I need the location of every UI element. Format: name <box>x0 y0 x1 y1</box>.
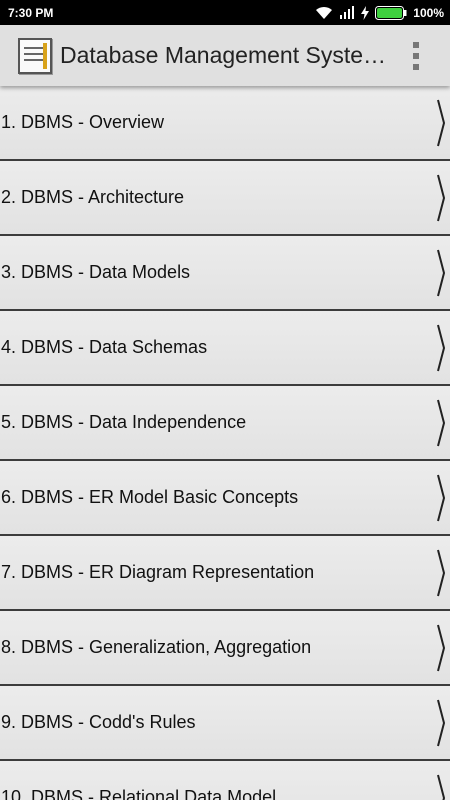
status-icons: 100% <box>315 5 444 20</box>
list-item[interactable]: 5. DBMS - Data Independence <box>0 386 450 461</box>
list-item-label: 3. DBMS - Data Models <box>1 262 191 282</box>
wifi-icon <box>316 6 333 19</box>
overflow-menu-icon[interactable] <box>412 42 420 70</box>
chevron-right-icon <box>437 774 446 800</box>
list-item[interactable]: 2. DBMS - Architecture <box>0 161 450 236</box>
topic-list[interactable]: 1. DBMS - Overview 2. DBMS - Architectur… <box>0 86 450 800</box>
app-bar: Database Management Syste… <box>0 25 450 86</box>
charging-icon <box>361 5 370 20</box>
list-item-label: 5. DBMS - Data Independence <box>1 412 247 432</box>
battery-percent: 100% <box>413 5 444 20</box>
book-icon[interactable] <box>18 37 52 74</box>
list-item[interactable]: 7. DBMS - ER Diagram Representation <box>0 536 450 611</box>
list-item-label: 7. DBMS - ER Diagram Representation <box>1 562 315 582</box>
list-item[interactable]: 9. DBMS - Codd's Rules <box>0 686 450 761</box>
list-item-label: 8. DBMS - Generalization, Aggregation <box>1 637 312 657</box>
status-time: 7:30 PM <box>8 5 54 20</box>
list-item[interactable]: 4. DBMS - Data Schemas <box>0 311 450 386</box>
chevron-right-icon <box>437 474 446 522</box>
list-item-label: 9. DBMS - Codd's Rules <box>1 712 196 732</box>
status-bar: 7:30 PM 100% <box>0 0 450 25</box>
battery-icon <box>375 5 407 20</box>
chevron-right-icon <box>437 399 446 447</box>
list-item[interactable]: 3. DBMS - Data Models <box>0 236 450 311</box>
list-item[interactable]: 8. DBMS - Generalization, Aggregation <box>0 611 450 686</box>
chevron-right-icon <box>437 699 446 747</box>
chevron-right-icon <box>437 549 446 597</box>
list-item-label: 4. DBMS - Data Schemas <box>1 337 208 357</box>
chevron-right-icon <box>437 99 446 147</box>
list-item-label: 2. DBMS - Architecture <box>1 187 185 207</box>
list-item[interactable]: 10. DBMS - Relational Data Model <box>0 761 450 800</box>
list-item-label: 6. DBMS - ER Model Basic Concepts <box>1 487 299 507</box>
list-item-label: 1. DBMS - Overview <box>1 112 165 132</box>
list-item[interactable]: 6. DBMS - ER Model Basic Concepts <box>0 461 450 536</box>
chevron-right-icon <box>437 174 446 222</box>
app-title: Database Management Syste… <box>60 42 387 68</box>
chevron-right-icon <box>437 624 446 672</box>
signal-icon <box>340 6 355 19</box>
chevron-right-icon <box>437 324 446 372</box>
chevron-right-icon <box>437 249 446 297</box>
list-item-label: 10. DBMS - Relational Data Model <box>1 787 277 800</box>
list-item[interactable]: 1. DBMS - Overview <box>0 86 450 161</box>
